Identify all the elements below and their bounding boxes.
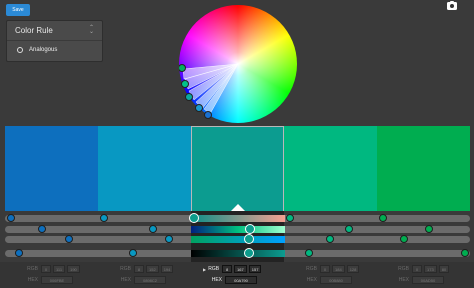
chevron-icon[interactable]: ⌃ ⌄ <box>88 25 95 35</box>
brightness-gradient[interactable] <box>191 250 285 257</box>
b-field[interactable]: 128 <box>346 265 360 273</box>
swatch-3-fill <box>191 126 284 211</box>
slider-knob[interactable] <box>65 235 73 243</box>
b-field[interactable]: 80 <box>438 265 450 273</box>
rgb-label: RGB <box>398 266 409 272</box>
g-field[interactable]: 111 <box>53 265 66 273</box>
blue-gradient[interactable] <box>191 236 285 243</box>
green-gradient[interactable] <box>191 226 285 233</box>
hex-label: HEX <box>306 277 317 283</box>
slider-knob[interactable] <box>38 225 46 233</box>
slider-knob[interactable] <box>461 249 469 257</box>
wheel-handle <box>181 80 189 88</box>
r-field[interactable]: 8 <box>222 265 233 273</box>
color-rule-panel: Color Rule ⌃ ⌄ Analogous <box>6 20 103 62</box>
selected-swatch-values: ▶ RGB 8 167 157 HEX 00A790 <box>203 264 263 286</box>
slider-row-4[interactable] <box>5 248 470 258</box>
slider-knob[interactable] <box>149 225 157 233</box>
radio-icon[interactable] <box>17 47 23 53</box>
camera-icon[interactable] <box>447 0 457 10</box>
hex-label: HEX <box>398 277 409 283</box>
hex-field[interactable]: 006FBE <box>41 276 73 284</box>
hex-label: HEX <box>211 277 222 283</box>
r-field[interactable]: 0 <box>412 265 422 273</box>
slider-knob[interactable] <box>345 225 353 233</box>
hex-label: HEX <box>120 277 131 283</box>
slider-knob[interactable] <box>165 235 173 243</box>
hex-label: HEX <box>27 277 38 283</box>
b-field[interactable]: 194 <box>160 265 174 273</box>
wheel-handle <box>185 93 193 101</box>
swatch-4[interactable] <box>284 126 377 211</box>
slider-knob-selected[interactable] <box>189 213 199 223</box>
swatch-4-values: RGB 0 184 128 HEX 00B880 <box>301 264 361 286</box>
wheel-handle <box>195 104 203 112</box>
play-icon: ▶ <box>203 266 207 272</box>
b-field[interactable]: 190 <box>67 265 80 273</box>
save-button[interactable]: Save <box>6 4 30 16</box>
slider-row-1[interactable] <box>5 213 470 223</box>
rgb-label: RGB <box>306 266 317 272</box>
slider-knob[interactable] <box>425 225 433 233</box>
hex-field[interactable]: 00AD50 <box>412 276 444 284</box>
swatch-2[interactable] <box>98 126 191 211</box>
slider-knob-selected[interactable] <box>244 248 254 258</box>
hex-field[interactable]: 00B880 <box>320 276 352 284</box>
color-wheel[interactable] <box>179 5 297 123</box>
r-field[interactable]: 0 <box>320 265 330 273</box>
color-rule-option[interactable]: Analogous <box>7 41 102 53</box>
r-field[interactable]: 0 <box>41 265 51 273</box>
red-gradient[interactable] <box>191 215 285 222</box>
slider-row-3[interactable] <box>5 234 470 244</box>
slider-knob[interactable] <box>326 235 334 243</box>
g-field[interactable]: 152 <box>146 265 159 273</box>
slider-knob[interactable] <box>379 214 387 222</box>
rgb-label: RGB <box>27 266 38 272</box>
color-rule-header[interactable]: Color Rule ⌃ ⌄ <box>7 21 102 41</box>
g-field[interactable]: 173 <box>424 265 437 273</box>
swatch-5-values: RGB 0 173 80 HEX 00AD50 <box>393 264 451 286</box>
color-rule-option-label: Analogous <box>29 47 58 53</box>
rgb-label: RGB <box>120 266 131 272</box>
slider-knob[interactable] <box>286 214 294 222</box>
wheel-handle <box>179 64 186 72</box>
r-field[interactable]: 8 <box>134 265 144 273</box>
wheel-handle <box>204 111 212 119</box>
g-field[interactable]: 167 <box>234 265 247 273</box>
swatch-1[interactable] <box>5 126 98 211</box>
color-wheel-markers <box>179 63 239 119</box>
rgb-label: RGB <box>208 266 220 272</box>
g-field[interactable]: 184 <box>332 265 345 273</box>
selected-arrow-icon <box>230 204 245 211</box>
slider-row-2[interactable] <box>5 224 470 234</box>
slider-knob-selected[interactable] <box>245 224 255 234</box>
slider-knob[interactable] <box>305 249 313 257</box>
hex-field[interactable]: 0898C2 <box>134 276 166 284</box>
slider-knob[interactable] <box>15 249 23 257</box>
swatch-row <box>5 126 470 264</box>
slider-knob[interactable] <box>7 214 15 222</box>
swatch-2-values: RGB 8 152 194 HEX 0898C2 <box>115 264 175 286</box>
color-rule-title: Color Rule <box>15 26 53 35</box>
slider-knob-selected[interactable] <box>244 234 254 244</box>
slider-knob[interactable] <box>100 214 108 222</box>
slider-knob[interactable] <box>400 235 408 243</box>
hex-field[interactable]: 00A790 <box>225 276 257 284</box>
b-field[interactable]: 157 <box>248 265 262 273</box>
swatch-5[interactable] <box>377 126 470 211</box>
swatch-1-values: RGB 0 111 190 HEX 006FBE <box>22 264 82 286</box>
slider-knob[interactable] <box>129 249 137 257</box>
